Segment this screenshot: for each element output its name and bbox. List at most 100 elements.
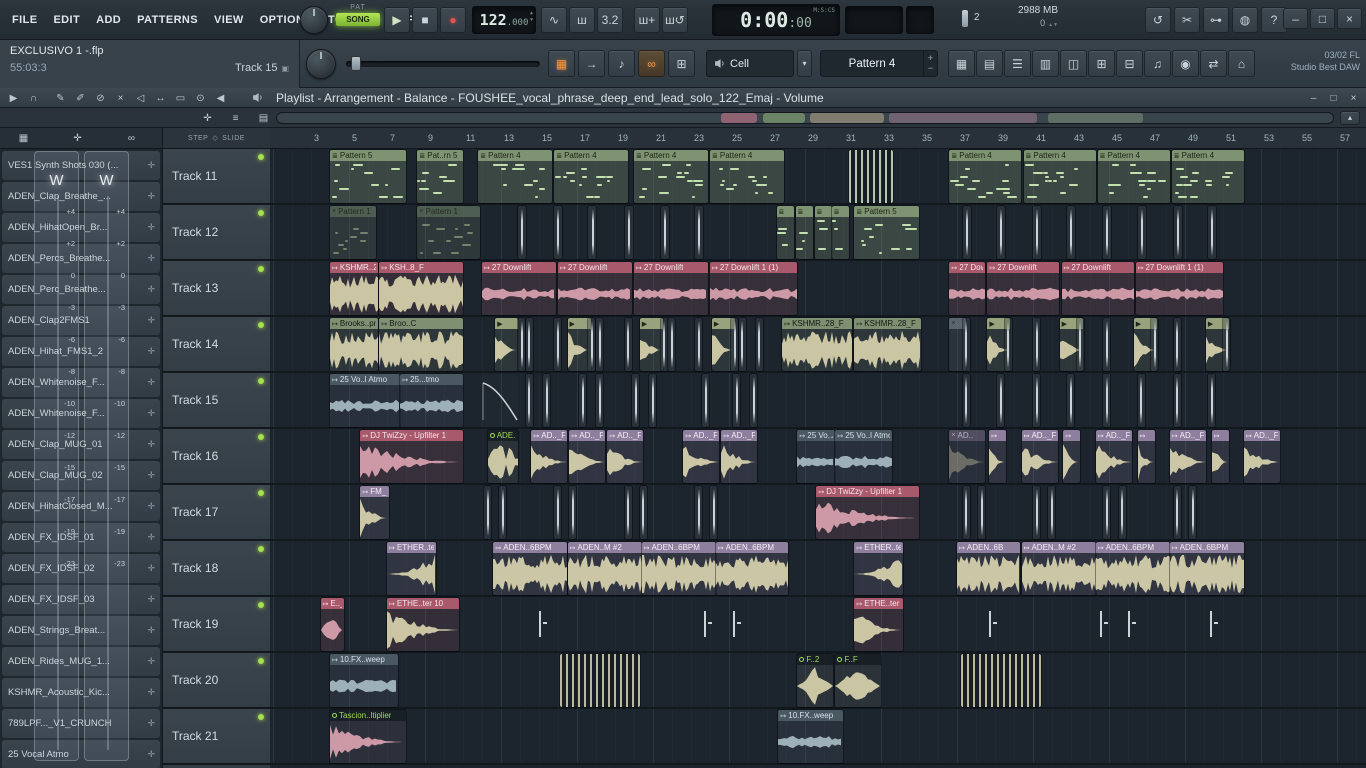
clip[interactable] (1066, 205, 1077, 260)
clip[interactable]: ▶ (638, 317, 664, 372)
clip-ad-f[interactable]: ↦ AD.._F (1020, 429, 1059, 484)
clip[interactable]: ↦ (1136, 429, 1156, 484)
clip[interactable] (568, 485, 578, 540)
horizontal-scrollbar[interactable] (276, 112, 1334, 124)
clip[interactable]: ≣ (830, 205, 850, 260)
clip-aden-6bpm[interactable]: ↦ ADEN..6BPM (714, 541, 789, 596)
clip-pattern-1[interactable]: × Pattern 1 (329, 205, 377, 260)
clip-e-4[interactable]: ↦E.._4 (319, 597, 345, 652)
clip[interactable] (498, 485, 508, 540)
clip[interactable] (587, 317, 597, 372)
paint-tool[interactable]: ✐ (71, 90, 90, 106)
clip-ad-f[interactable]: ↦ AD.._F (1094, 429, 1133, 484)
touch-keyboard-button[interactable]: ♫ (1144, 50, 1171, 77)
track-header[interactable]: Track 16 (163, 429, 270, 485)
clip[interactable] (1032, 485, 1041, 540)
clip[interactable] (553, 205, 564, 260)
pl-close-button[interactable]: × (1344, 90, 1363, 106)
main-volume-knob[interactable] (300, 6, 328, 34)
clip[interactable] (1032, 317, 1041, 372)
minimize-button[interactable]: – (1283, 8, 1308, 29)
menu-add[interactable]: ADD (88, 14, 129, 26)
clip-ad-f[interactable]: ↦ AD.._F (606, 429, 645, 484)
wait-for-input-icon[interactable]: ш (569, 7, 595, 33)
clip-27-downlift[interactable]: ↦ 27 Downlift (557, 261, 633, 316)
clip[interactable] (729, 317, 739, 372)
clip-ade-t[interactable]: ADE..t (486, 429, 519, 484)
clip[interactable] (638, 485, 648, 540)
clip-brooks-pm-c[interactable]: ↦Brooks..pm C (329, 317, 379, 372)
clip-aden-6bpm[interactable]: ↦ ADEN..6BPM (492, 541, 569, 596)
clip-ad[interactable]: × AD.. (948, 429, 987, 484)
spinner-up-icon[interactable]: ▲ (530, 10, 533, 17)
clip[interactable] (1206, 373, 1216, 428)
clip-ethe-ter-10[interactable]: ↦ETHE..ter 10 (386, 597, 460, 652)
clip-broo-c[interactable]: ↦ Broo..C (378, 317, 465, 372)
clip[interactable] (732, 611, 741, 637)
clip-aden-m-2[interactable]: ↦ ADEN..M #2 (1020, 541, 1097, 596)
plugin-picker-button[interactable]: ⊞ (1088, 50, 1115, 77)
picker-item[interactable]: ADEN_FX_IDSF_03 ✛ (2, 585, 160, 614)
clip[interactable] (1136, 373, 1146, 428)
clip[interactable] (1128, 611, 1136, 637)
clip[interactable] (623, 317, 633, 372)
clip[interactable] (1209, 611, 1218, 637)
clip[interactable] (517, 317, 527, 372)
clip-pattern-4[interactable]: ≣ Pattern 4 (1096, 149, 1171, 204)
track-led[interactable] (258, 658, 264, 664)
clip[interactable]: ↦ (1062, 429, 1082, 484)
picker-item[interactable]: ADEN_FX_IDSF_02 ✛ (2, 554, 160, 583)
clip[interactable]: ≣ (813, 205, 833, 260)
picker-item[interactable]: ADEN_Rides_MUG_1... ✛ (2, 647, 160, 676)
stop-button[interactable]: ■ (412, 7, 438, 33)
clip-dj-twizzy-upfilter-1[interactable]: ↦ DJ TwiZzy - Upfilter 1 (359, 429, 465, 484)
clip[interactable] (1136, 205, 1147, 260)
clip-10-fx-weep[interactable]: ↦ 10.FX..weep (329, 653, 399, 708)
clip[interactable] (1172, 485, 1182, 540)
clip-dj-twizzy-upfilter-1[interactable]: ↦ DJ TwiZzy - Upfilter 1 (815, 485, 921, 540)
clip[interactable] (693, 485, 703, 540)
clip[interactable] (623, 485, 633, 540)
playback-tool[interactable]: ▶ (4, 90, 23, 106)
microphone-icon[interactable]: ◍ (1232, 7, 1258, 33)
clip[interactable] (539, 611, 547, 637)
clip[interactable] (709, 485, 718, 540)
clip-25-vo-atmo[interactable]: ↦25 Vo..Atmo (796, 429, 837, 484)
clip[interactable]: ≣ (775, 205, 795, 260)
clip-pattern-4[interactable]: ≣ Pattern 4 (1170, 149, 1245, 204)
clip-pattern-5[interactable]: ≣ Pattern 5 (853, 205, 921, 260)
countdown-icon[interactable]: 3.2 (597, 7, 623, 33)
clip-kshmr-28-f[interactable]: ↦KSHMR..28_F (781, 317, 854, 372)
clip-ad-f[interactable]: ↦ AD.._F (682, 429, 721, 484)
pattern-spinner[interactable]: + − (923, 51, 937, 76)
clip[interactable]: ↦ (1210, 429, 1230, 484)
picker-item[interactable]: ADEN_Percs_Breathe... ✛ (2, 244, 160, 273)
track-header[interactable]: Track 18 (163, 541, 270, 597)
track-led[interactable] (258, 322, 264, 328)
clip[interactable] (1172, 205, 1183, 260)
clip[interactable] (961, 373, 971, 428)
pad-button[interactable]: ⊞ (668, 50, 695, 77)
clip-27-downlift[interactable]: ↦ 27 Downlift (633, 261, 709, 316)
zoom-tool[interactable]: ⊙ (191, 90, 210, 106)
clip-aden-6bpm[interactable]: ↦ ADEN..6BPM (1094, 541, 1171, 596)
clip[interactable] (961, 205, 972, 260)
record-button[interactable]: ● (440, 7, 466, 33)
clip-pattern-4[interactable]: ≣ Pattern 4 (477, 149, 554, 204)
plugin-plug-icon[interactable]: ⊶ (1203, 7, 1229, 33)
picker-item[interactable]: ADEN_Clap_MUG_02 ✛ (2, 461, 160, 490)
clip[interactable]: ↦ (988, 429, 1008, 484)
preview-speaker-icon[interactable] (252, 92, 263, 103)
slip-tool[interactable]: ↔ (151, 90, 170, 106)
picker-item[interactable]: 789LPF..._V1_CRUNCH ✛ (2, 709, 160, 738)
clip[interactable] (1102, 205, 1113, 260)
clip-kshmr-28-f[interactable]: ↦KSHMR..28_F (853, 317, 923, 372)
track-header[interactable]: Track 11 (163, 149, 270, 205)
clip-ad-f[interactable]: ↦ AD.._F (1168, 429, 1207, 484)
track-header[interactable]: Track 13 (163, 261, 270, 317)
mixer-button[interactable]: ▥ (1032, 50, 1059, 77)
picker-item[interactable]: ADEN_HihatClosed_M... ✛ (2, 492, 160, 521)
clip-aden-6bpm[interactable]: ↦ ADEN..6BPM (1168, 541, 1245, 596)
list-icon[interactable]: ▤ (254, 110, 273, 126)
tempo-display[interactable]: 122.000 ▲ ▼ (472, 6, 536, 34)
